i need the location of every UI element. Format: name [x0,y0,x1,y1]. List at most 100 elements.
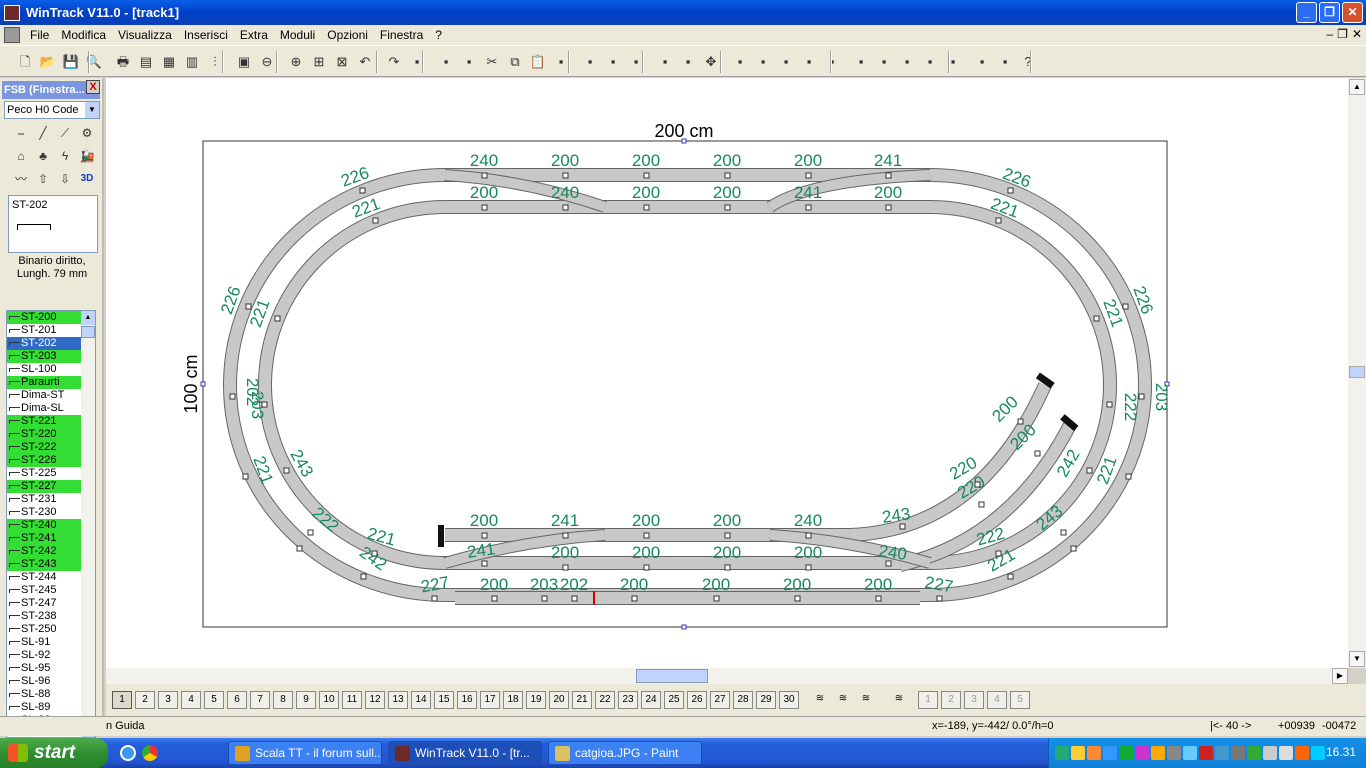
menu-extra[interactable]: Extra [234,25,274,45]
flex-track-icon[interactable]: ▪ [581,53,599,71]
flex-curve-icon[interactable]: ▪ [604,53,622,71]
wire-icon[interactable]: 〰 [12,170,30,188]
tray-icon[interactable] [1263,746,1277,760]
part-list-item[interactable]: ST-242 [7,545,82,558]
part-list-item[interactable]: ST-201 [7,324,82,337]
mdi-close-button[interactable]: ✕ [1352,27,1362,41]
layer-button[interactable]: 26 [687,691,707,709]
layers-stack-icon[interactable]: ≋ [810,691,830,709]
book-block-icon[interactable]: ▪ [437,53,455,71]
part-list-item[interactable]: ST-203 [7,350,82,363]
zoom-out-icon[interactable]: ⊖ [258,53,276,71]
tray-icon[interactable] [1279,746,1293,760]
part-list-item[interactable]: ST-202 [7,337,82,350]
zoom-window-icon[interactable]: ⊞ [310,53,328,71]
menu-moduli[interactable]: Moduli [274,25,321,45]
undo-icon[interactable]: ↶ [356,53,374,71]
rotate-icon[interactable]: ▪ [731,53,749,71]
layer-button[interactable]: 8 [273,691,293,709]
branch-icon[interactable]: ▪ [875,53,893,71]
taskbar-task[interactable]: WinTrack V11.0 - [tr... [388,741,542,765]
turnout-icon[interactable]: ⟋ [56,124,74,142]
layer-button[interactable]: 10 [319,691,339,709]
library-select[interactable]: Peco H0 Code ▼ [4,101,100,119]
print-setup-icon[interactable]: ▤ [137,53,155,71]
layer-button[interactable]: 20 [549,691,569,709]
block-icon[interactable]: ▪ [679,53,697,71]
menu-help[interactable]: ? [429,25,448,45]
part-list-item[interactable]: ST-247 [7,597,82,610]
paste-icon[interactable]: 📋 [529,53,547,71]
tray-icon[interactable] [1119,746,1133,760]
tray-icon[interactable] [1247,746,1261,760]
connect-icon[interactable]: ▪ [800,53,818,71]
zoom-all-icon[interactable]: ⊠ [333,53,351,71]
scroll-thumb[interactable] [81,326,95,338]
cut-icon[interactable]: ✂ [483,53,501,71]
height-icon[interactable]: ▪ [921,53,939,71]
copy-icon[interactable]: ⧉ [506,53,524,71]
part-list-item[interactable]: ST-244 [7,571,82,584]
layer-button[interactable]: 3 [158,691,178,709]
layer-button[interactable]: 16 [457,691,477,709]
save-icon[interactable]: 💾 [62,53,80,71]
part-list-item[interactable]: ST-220 [7,428,82,441]
snap-icon[interactable]: ▪ [996,53,1014,71]
new-file-icon[interactable]: 🗋 [16,53,34,71]
layer-button[interactable]: 18 [503,691,523,709]
layer-edit-icon[interactable]: ≋ [889,691,909,709]
part-list-item[interactable]: ST-238 [7,610,82,623]
calculator-icon[interactable]: ▦ [160,53,178,71]
start-button[interactable]: start [0,738,108,768]
straight-icon[interactable]: ⎯ [12,124,30,142]
taskbar-task[interactable]: catgioa.JPG - Paint [548,741,702,765]
scroll-right-icon[interactable]: ▶ [1332,668,1348,684]
tray-icon[interactable] [1087,746,1101,760]
menu-inserisci[interactable]: Inserisci [178,25,234,45]
part-list-item[interactable]: ST-250 [7,623,82,636]
layer-button[interactable]: 7 [250,691,270,709]
part-list-item[interactable]: ST-225 [7,467,82,480]
tray-icon[interactable] [1135,746,1149,760]
internet-explorer-icon[interactable] [120,745,136,761]
tree-icon[interactable]: ♣ [34,147,52,165]
part-list-item[interactable]: Paraurti [7,376,82,389]
layer-gray-icon[interactable]: ≋ [856,691,876,709]
menu-file[interactable]: File [24,25,55,45]
layer-button[interactable]: 27 [710,691,730,709]
align-icon[interactable]: ▪ [898,53,916,71]
part-list-item[interactable]: SL-91 [7,636,82,649]
layer-button[interactable]: 17 [480,691,500,709]
tray-icon[interactable] [1183,746,1197,760]
part-list-item[interactable]: SL-95 [7,662,82,675]
part-list-item[interactable]: SL-100 [7,363,82,376]
layers-icon[interactable]: ▥ [183,53,201,71]
layer-button[interactable]: 4 [181,691,201,709]
copy-block-icon[interactable]: ▪ [460,53,478,71]
move-icon[interactable]: ✥ [702,53,720,71]
mdi-restore-button[interactable]: ❐ [1337,27,1348,41]
part-list-item[interactable]: SL-96 [7,675,82,688]
drawing-canvas[interactable]: 200 cm 100 cm 240 200 200 200 200 241 200 240 200 2… [106,78,1348,668]
redo-icon[interactable]: ↷ [385,53,403,71]
part-list-item[interactable]: SL-88 [7,688,82,701]
tray-icon[interactable] [1199,746,1213,760]
layer-button[interactable]: 11 [342,691,362,709]
measure-icon[interactable]: ▪ [973,53,991,71]
3d-icon[interactable]: 3D [78,170,96,188]
part-list-item[interactable]: ST-231 [7,493,82,506]
layer-button[interactable]: 13 [388,691,408,709]
part-list-scrollbar[interactable]: ▲ ▼ [81,311,95,737]
panel-close-button[interactable]: X [86,80,100,94]
scroll-up-icon[interactable]: ▲ [81,311,95,325]
layer-button[interactable]: 24 [641,691,661,709]
print-icon[interactable]: 🖶 [114,53,132,71]
tray-icon[interactable] [1055,746,1069,760]
tray-icon[interactable] [1151,746,1165,760]
part-list-item[interactable]: ST-245 [7,584,82,597]
part-list-item[interactable]: ST-221 [7,415,82,428]
tray-icon[interactable] [1071,746,1085,760]
layer-button[interactable]: 15 [434,691,454,709]
split-icon[interactable]: ▪ [823,53,841,71]
block-grid-icon[interactable]: ▪ [656,53,674,71]
